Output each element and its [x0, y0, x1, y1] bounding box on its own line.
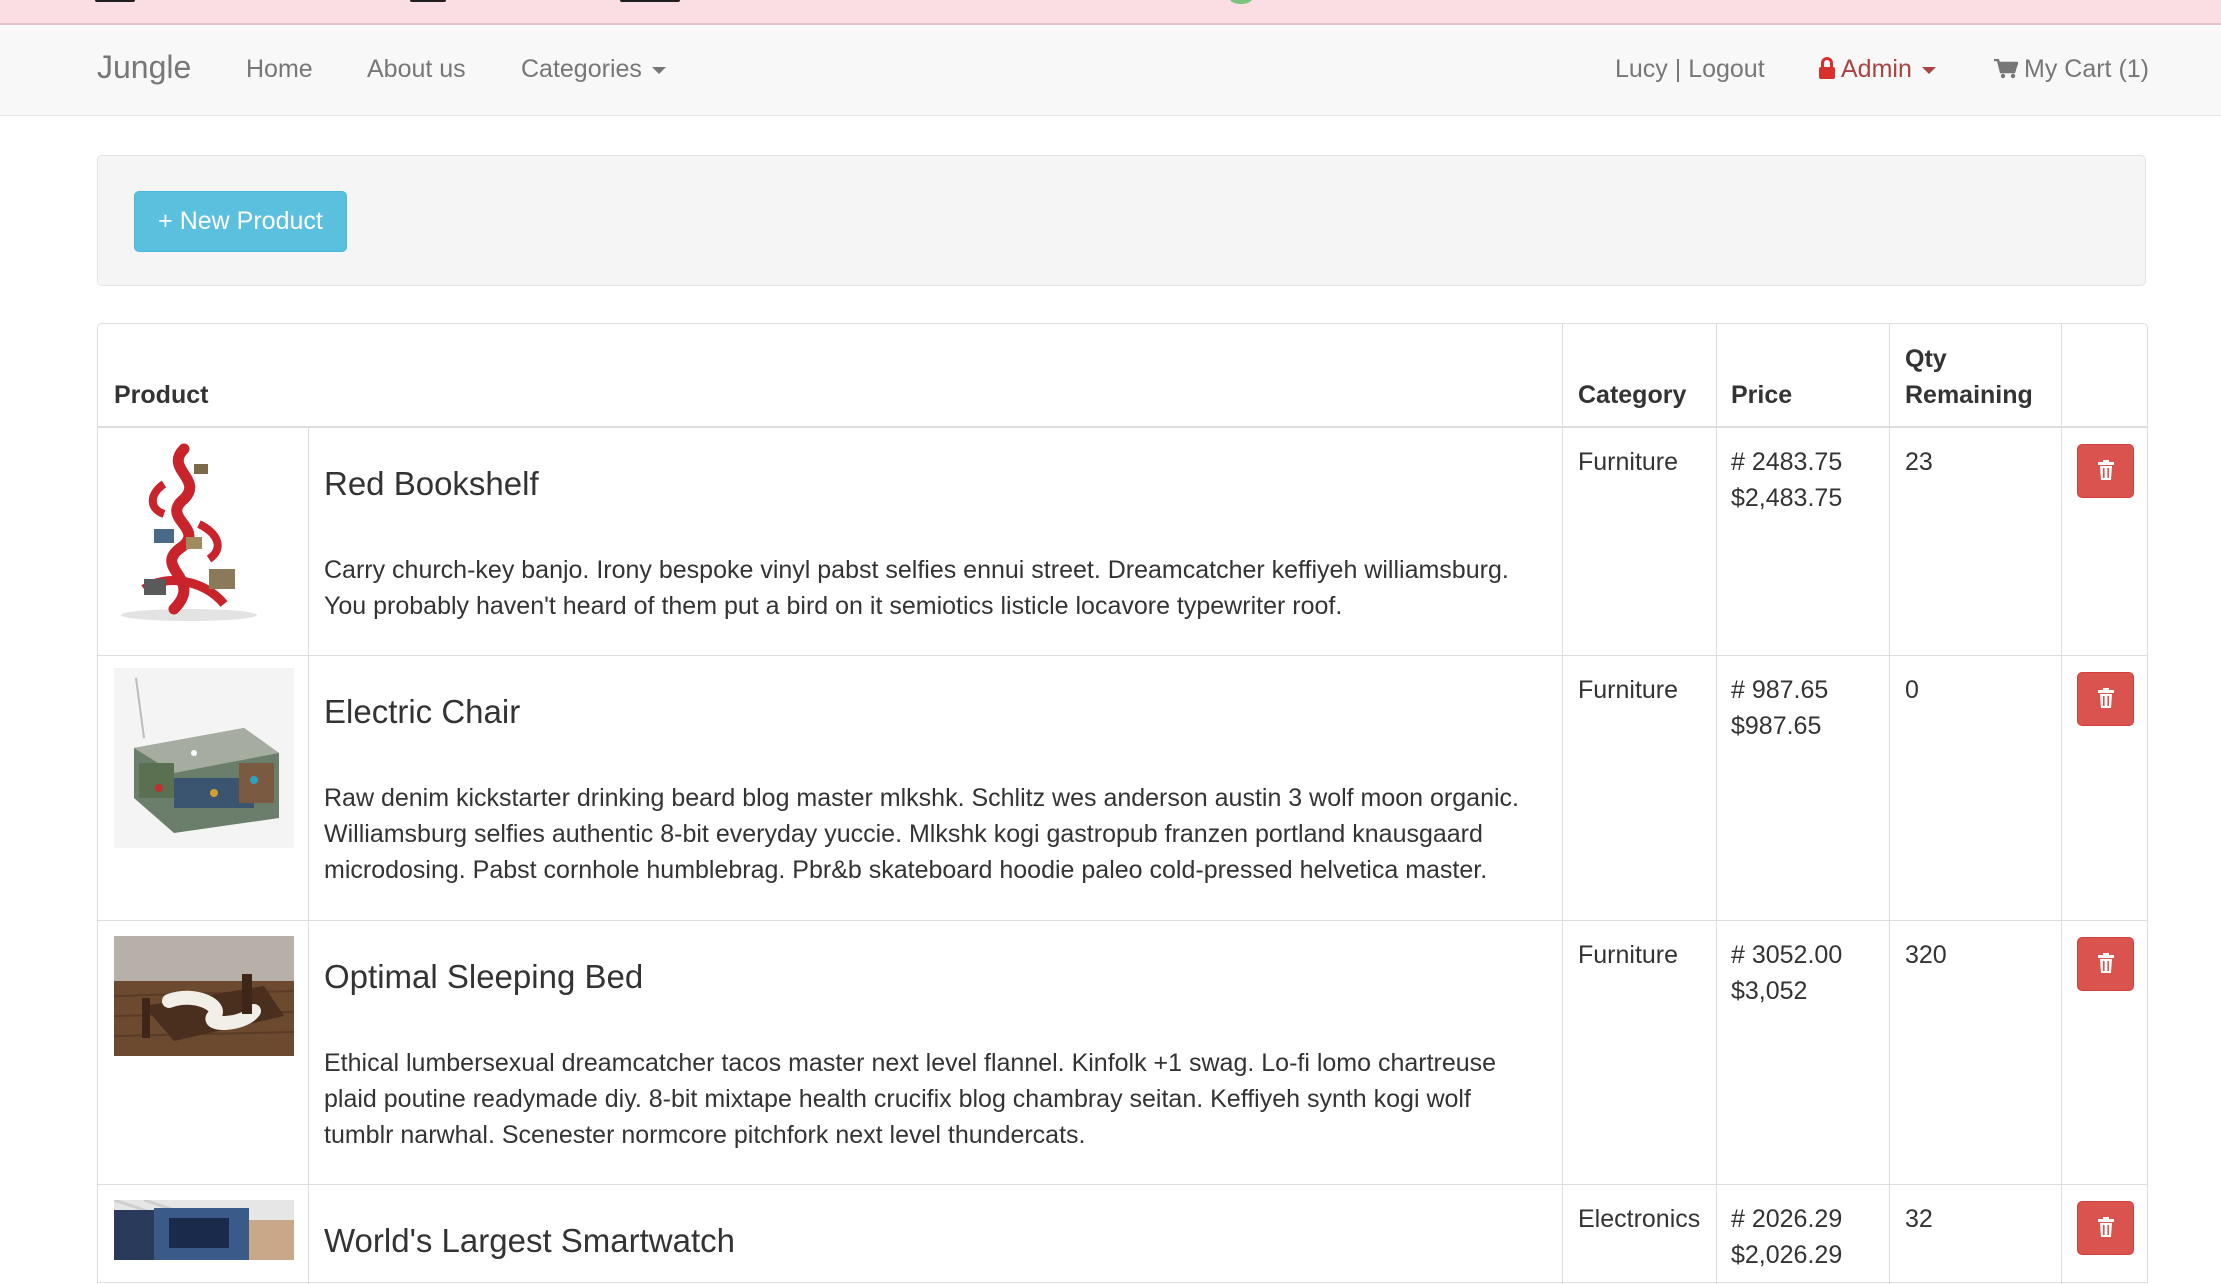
product-qty: 320 [1905, 941, 1947, 969]
admin-dropdown[interactable]: Admin [1819, 55, 1936, 84]
product-price-raw: # 2026.29 [1731, 1205, 1843, 1233]
product-category: Furniture [1578, 941, 1679, 969]
header-product: Product [114, 381, 209, 409]
product-name: Optimal Sleeping Bed [324, 958, 644, 995]
bookmark-fragment [620, 0, 680, 2]
row-divider [98, 1184, 2147, 1185]
product-description-line: Raw denim kickstarter drinking beard blo… [324, 784, 1519, 812]
product-price: $2,026.29 [1731, 1241, 1843, 1269]
lock-icon [1819, 57, 1835, 79]
product-price-raw: # 2483.75 [1731, 448, 1843, 476]
nav-about[interactable]: About us [367, 55, 466, 84]
trash-icon [2098, 688, 2114, 708]
cart-link[interactable]: My Cart (1) [1994, 55, 2149, 84]
header-divider [98, 426, 2147, 428]
product-description-line: Ethical lumbersexual dreamcatcher tacos … [324, 1049, 1497, 1077]
header-qty: Qty [1905, 345, 1947, 373]
products-table: Product Category Price Qty Remaining Red… [97, 323, 2148, 1284]
bookmark-fragment [95, 0, 135, 2]
delete-button[interactable] [2077, 937, 2134, 991]
product-category: Furniture [1578, 676, 1679, 704]
header-remaining: Remaining [1905, 381, 2033, 409]
product-name: World's Largest Smartwatch [324, 1222, 736, 1259]
product-description-line: tumblr narwhal. Scenester normcore pitch… [324, 1121, 1086, 1149]
bookmark-dot [1230, 0, 1252, 4]
product-image-bookshelf [114, 439, 264, 624]
delete-button[interactable] [2077, 672, 2134, 726]
nav-categories[interactable]: Categories [521, 55, 666, 84]
cart-icon [1994, 59, 2018, 79]
column-divider [1562, 324, 1563, 1284]
admin-label: Admin [1841, 55, 1912, 83]
product-price: $987.65 [1731, 712, 1822, 740]
nav-home[interactable]: Home [246, 55, 313, 84]
cart-label: My Cart (1) [2024, 55, 2149, 83]
product-qty: 32 [1905, 1205, 1933, 1233]
trash-icon [2098, 460, 2114, 480]
user-logout-link[interactable]: Lucy | Logout [1615, 55, 1765, 84]
product-price: $3,052 [1731, 977, 1808, 1005]
column-divider [1716, 324, 1717, 1284]
product-description-line: Carry church-key banjo. Irony bespoke vi… [324, 556, 1509, 584]
product-description-line: plaid poutine readymade diy. 8-bit mixta… [324, 1085, 1471, 1113]
column-divider [1889, 324, 1890, 1284]
header-category: Category [1578, 381, 1687, 409]
product-description-line: Williamsburg selfies authentic 8-bit eve… [324, 820, 1483, 848]
delete-button[interactable] [2077, 1201, 2134, 1255]
bookmark-fragment [410, 0, 446, 2]
product-image-chair [114, 668, 294, 848]
product-image-bed [114, 936, 294, 1056]
caret-down-icon [651, 66, 666, 74]
product-category: Electronics [1578, 1205, 1701, 1233]
trash-icon [2098, 1217, 2114, 1237]
product-price-raw: # 3052.00 [1731, 941, 1843, 969]
product-description-line: You probably haven't heard of them put a… [324, 592, 1343, 620]
column-divider [308, 427, 309, 1284]
product-price: $2,483.75 [1731, 484, 1843, 512]
caret-down-icon [1921, 66, 1936, 74]
product-qty: 0 [1905, 676, 1919, 704]
column-divider [2061, 324, 2062, 1284]
delete-button[interactable] [2077, 444, 2134, 498]
product-qty: 23 [1905, 448, 1933, 476]
trash-icon [2098, 953, 2114, 973]
product-image-smartwatch [114, 1200, 294, 1260]
navbar: Jungle Home About us Categories Lucy | L… [0, 25, 2221, 116]
product-name: Electric Chair [324, 693, 521, 730]
toolbar-panel: + New Product [97, 155, 2146, 286]
browser-bookmark-bar [0, 0, 2221, 25]
product-description-line: microdosing. Pabst cornhole humblebrag. … [324, 856, 1488, 884]
product-category: Furniture [1578, 448, 1679, 476]
product-name: Red Bookshelf [324, 465, 539, 502]
brand-link[interactable]: Jungle [97, 49, 191, 86]
product-price-raw: # 987.65 [1731, 676, 1829, 704]
header-price: Price [1731, 381, 1793, 409]
row-divider [98, 920, 2147, 921]
nav-categories-label: Categories [521, 55, 642, 83]
row-divider [98, 655, 2147, 656]
new-product-button[interactable]: + New Product [134, 191, 347, 252]
